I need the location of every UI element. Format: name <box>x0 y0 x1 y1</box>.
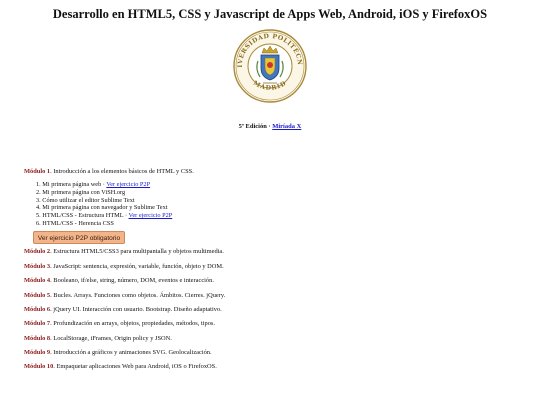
edition-text: 5ª Edición · <box>238 123 273 130</box>
lesson-item: 1. Mi primera página web · Ver ejercicio… <box>36 181 172 189</box>
module-label: Módulo 6 <box>24 306 51 313</box>
module-label: Módulo 2 <box>24 248 51 255</box>
lesson-item: 5. HTML/CSS - Estructura HTML · Ver ejer… <box>36 212 172 220</box>
module-2: Módulo 2. Estructura HTML5/CSS3 para mul… <box>24 248 224 255</box>
lesson-text: 4. Mi primera página con navegador y Sub… <box>36 204 168 212</box>
lesson-item: 6. HTML/CSS - Herencia CSS <box>36 220 172 228</box>
module-description: . jQuery UI. Interacción con usuario. Bo… <box>50 306 222 313</box>
miriada-x-link[interactable]: Miríada X <box>272 123 301 130</box>
module-label: Módulo 5 <box>24 292 51 299</box>
mandatory-p2p-exercise-button[interactable]: Ver ejercicio P2P obligatorio <box>33 231 125 244</box>
module-description: . Introducción a los elementos básicos d… <box>50 168 194 175</box>
module-description: . Empaquetar aplicaciones Web para Andro… <box>53 363 217 370</box>
module-label: Módulo 10 <box>24 363 54 370</box>
lesson-text: 6. HTML/CSS - Herencia CSS <box>36 219 114 227</box>
module-8: Módulo 8. LocalStorage, iFrames, Origin … <box>24 335 172 342</box>
module-10: Módulo 10. Empaquetar aplicaciones Web p… <box>24 363 217 370</box>
page-title: Desarrollo en HTML5, CSS y Javascript de… <box>52 7 488 21</box>
edition-line: 5ª Edición · Miríada X <box>0 123 540 130</box>
module-4: Módulo 4. Booleano, if/else, string, núm… <box>24 277 214 284</box>
lesson-text: 2. Mi primera página con ViSH.org <box>36 188 126 196</box>
p2p-exercise-link[interactable]: Ver ejercicio P2P <box>106 181 150 188</box>
module-label: Módulo 3 <box>24 263 51 270</box>
module-label: Módulo 1 <box>24 168 51 175</box>
lesson-text: 3. Cómo utilizar el editor Sublime Text <box>36 196 135 204</box>
p2p-exercise-link[interactable]: Ver ejercicio P2P <box>129 212 173 219</box>
module-9: Módulo 9. Introducción a gráficos y anim… <box>24 349 212 356</box>
module-1: Módulo 1. Introducción a los elementos b… <box>24 168 194 175</box>
lesson-item: 2. Mi primera página con ViSH.org <box>36 189 172 197</box>
module-description: . JavaScript: sentencia, expresión, vari… <box>50 263 224 270</box>
lesson-item: 4. Mi primera página con navegador y Sub… <box>36 204 172 212</box>
module-description: . Estructura HTML5/CSS3 para multipantal… <box>50 248 224 255</box>
lesson-text: 1. Mi primera página web · <box>36 181 107 188</box>
module-7: Módulo 7. Profundización en arrays, obje… <box>24 320 215 327</box>
module-label: Módulo 9 <box>24 349 51 356</box>
module-label: Módulo 7 <box>24 320 51 327</box>
module-description: . Bucles. Arrays. Funciones como objetos… <box>50 292 226 299</box>
module-description: . Introducción a gráficos y animaciones … <box>50 349 212 356</box>
module-description: . Booleano, if/else, string, número, DOM… <box>50 277 214 284</box>
module-5: Módulo 5. Bucles. Arrays. Funciones como… <box>24 292 225 299</box>
module-6: Módulo 6. jQuery UI. Interacción con usu… <box>24 306 222 313</box>
module-label: Módulo 8 <box>24 335 51 342</box>
module-label: Módulo 4 <box>24 277 51 284</box>
module-description: . Profundización en arrays, objetos, pro… <box>50 320 215 327</box>
module-description: . LocalStorage, iFrames, Origin policy y… <box>50 335 172 342</box>
lesson-list: 1. Mi primera página web · Ver ejercicio… <box>36 181 172 228</box>
lesson-text: 5. HTML/CSS - Estructura HTML · <box>36 212 129 220</box>
university-seal-logo: UNIVERSIDAD POLITÉCNICA MADRID <box>232 27 307 103</box>
module-3: Módulo 3. JavaScript: sentencia, expresi… <box>24 263 224 270</box>
lesson-item: 3. Cómo utilizar el editor Sublime Text <box>36 197 172 205</box>
